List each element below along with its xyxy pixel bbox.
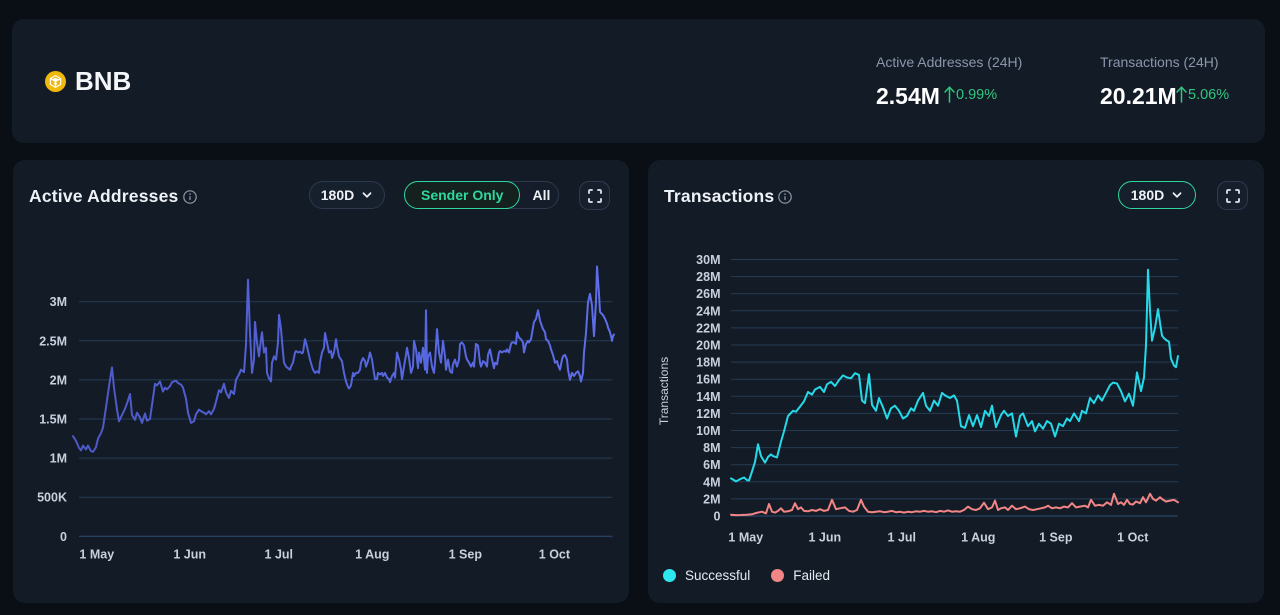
svg-text:2.5M: 2.5M xyxy=(39,334,67,348)
svg-text:0: 0 xyxy=(60,530,67,544)
svg-text:1 Aug: 1 Aug xyxy=(355,548,389,562)
svg-text:500K: 500K xyxy=(37,491,67,505)
svg-text:1 Oct: 1 Oct xyxy=(1117,531,1149,545)
svg-text:1 Oct: 1 Oct xyxy=(539,548,571,562)
svg-text:16M: 16M xyxy=(696,373,720,387)
svg-text:28M: 28M xyxy=(696,270,720,284)
svg-text:30M: 30M xyxy=(696,253,720,267)
svg-text:4M: 4M xyxy=(703,475,720,489)
svg-text:26M: 26M xyxy=(696,287,720,301)
svg-text:1 Aug: 1 Aug xyxy=(961,531,995,545)
svg-text:1 Jul: 1 Jul xyxy=(888,531,917,545)
svg-text:24M: 24M xyxy=(696,304,720,318)
svg-text:Transactions: Transactions xyxy=(657,357,671,425)
svg-text:1 May: 1 May xyxy=(79,548,114,562)
svg-text:20M: 20M xyxy=(696,339,720,353)
svg-text:10M: 10M xyxy=(696,424,720,438)
svg-text:2M: 2M xyxy=(50,373,67,387)
svg-text:8M: 8M xyxy=(703,441,720,455)
svg-text:1 May: 1 May xyxy=(728,531,763,545)
svg-text:0: 0 xyxy=(714,510,721,524)
svg-text:18M: 18M xyxy=(696,356,720,370)
svg-text:1 Jul: 1 Jul xyxy=(265,548,294,562)
svg-text:6M: 6M xyxy=(703,458,720,472)
svg-text:2M: 2M xyxy=(703,492,720,506)
svg-text:3M: 3M xyxy=(50,295,67,309)
svg-text:1 Sep: 1 Sep xyxy=(449,548,483,562)
svg-text:14M: 14M xyxy=(696,390,720,404)
svg-text:1M: 1M xyxy=(50,452,67,466)
svg-text:1 Jun: 1 Jun xyxy=(808,531,841,545)
svg-text:1 Sep: 1 Sep xyxy=(1039,531,1073,545)
svg-text:1 Jun: 1 Jun xyxy=(173,548,206,562)
svg-text:1.5M: 1.5M xyxy=(39,413,67,427)
svg-text:22M: 22M xyxy=(696,321,720,335)
svg-text:12M: 12M xyxy=(696,407,720,421)
